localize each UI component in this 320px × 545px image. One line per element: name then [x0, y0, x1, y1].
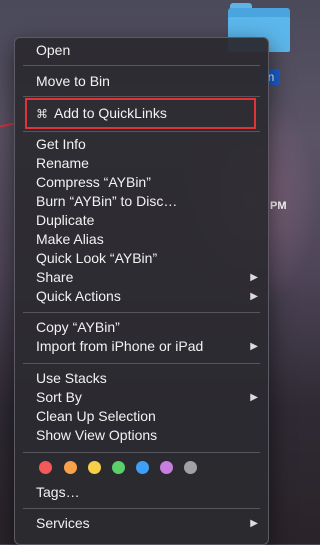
menu-item-services[interactable]: Services ▶	[36, 514, 258, 533]
menu-separator	[23, 131, 260, 132]
menu-item-quick-look[interactable]: Quick Look “AYBin”	[36, 249, 258, 268]
menu-separator	[23, 363, 260, 364]
menu-item-import-from-iphone[interactable]: Import from iPhone or iPad ▶	[36, 337, 258, 356]
menu-item-label: Add to QuickLinks	[54, 105, 167, 121]
menu-item-burn-to-disc[interactable]: Burn “AYBin” to Disc…	[36, 192, 258, 211]
menu-item-tags[interactable]: Tags…	[36, 483, 258, 502]
tag-orange-icon[interactable]	[64, 461, 77, 474]
menu-item-duplicate[interactable]: Duplicate	[36, 211, 258, 230]
menu-item-label: Sort By	[36, 389, 82, 405]
menu-item-label: Quick Actions	[36, 288, 121, 304]
tag-blue-icon[interactable]	[136, 461, 149, 474]
menu-item-compress[interactable]: Compress “AYBin”	[36, 173, 258, 192]
submenu-arrow-icon: ▶	[250, 341, 258, 352]
menu-item-make-alias[interactable]: Make Alias	[36, 230, 258, 249]
submenu-arrow-icon: ▶	[250, 518, 258, 529]
submenu-arrow-icon: ▶	[250, 291, 258, 302]
menu-item-label: Import from iPhone or iPad	[36, 338, 204, 354]
menu-item-add-to-quicklinks[interactable]: ⌘ Add to QuickLinks	[36, 104, 258, 123]
menu-item-get-info[interactable]: Get Info	[36, 135, 258, 154]
tag-red-icon[interactable]	[39, 461, 52, 474]
menu-separator	[23, 65, 260, 66]
menu-item-use-stacks[interactable]: Use Stacks	[36, 369, 258, 388]
menu-item-open[interactable]: Open	[36, 41, 258, 60]
desktop-clock-text: PM	[270, 200, 287, 212]
menu-item-label: Services	[36, 515, 90, 531]
tag-green-icon[interactable]	[112, 461, 125, 474]
submenu-arrow-icon: ▶	[250, 392, 258, 403]
menu-item-show-view-options[interactable]: Show View Options	[36, 426, 258, 445]
menu-item-rename[interactable]: Rename	[36, 154, 258, 173]
submenu-arrow-icon: ▶	[250, 272, 258, 283]
menu-separator	[23, 312, 260, 313]
menu-item-quick-actions[interactable]: Quick Actions ▶	[36, 287, 258, 306]
menu-separator	[23, 508, 260, 509]
menu-item-copy[interactable]: Copy “AYBin”	[36, 318, 258, 337]
menu-item-move-to-bin[interactable]: Move to Bin	[36, 72, 258, 91]
command-icon: ⌘	[36, 107, 48, 121]
menu-item-sort-by[interactable]: Sort By ▶	[36, 388, 258, 407]
menu-item-share[interactable]: Share ▶	[36, 268, 258, 287]
menu-item-label: Share	[36, 269, 74, 285]
tag-purple-icon[interactable]	[160, 461, 173, 474]
tag-gray-icon[interactable]	[184, 461, 197, 474]
menu-separator	[23, 452, 260, 453]
menu-item-clean-up-selection[interactable]: Clean Up Selection	[36, 407, 258, 426]
tag-yellow-icon[interactable]	[88, 461, 101, 474]
context-menu: Open Move to Bin ⌘ Add to QuickLinks Get …	[14, 37, 269, 545]
menu-separator	[23, 96, 260, 97]
